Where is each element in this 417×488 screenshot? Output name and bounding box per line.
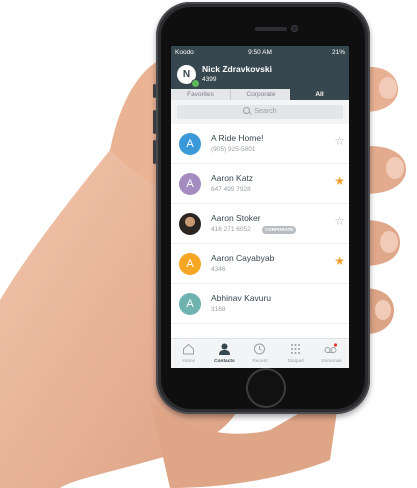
contact-name: Aaron Cayabyab	[211, 253, 275, 263]
tab-voicemail[interactable]: Voicemail	[313, 339, 349, 368]
star-outline-icon[interactable]: ☆	[334, 135, 345, 147]
contact-filter-tabs: Favorites Corporate All	[171, 89, 349, 100]
tab-label: Recent	[252, 359, 268, 364]
list-item[interactable]: A A Ride Home! (905) 925-5801 ☆	[171, 124, 349, 164]
user-name: Nick Zdravkovski	[202, 64, 272, 74]
search-input[interactable]: Search	[177, 105, 343, 119]
clock-icon	[254, 343, 266, 355]
avatar: A	[179, 253, 201, 275]
volume-up-button[interactable]	[153, 110, 156, 134]
star-outline-icon[interactable]: ☆	[334, 215, 345, 227]
list-item[interactable]: A Aaron Katz 647 495 7928 ★	[171, 164, 349, 204]
tab-label: Dialpad	[287, 359, 304, 364]
dialpad-icon	[290, 344, 300, 354]
contact-name: Abhinav Kavuru	[211, 293, 272, 303]
mute-switch[interactable]	[153, 84, 156, 98]
avatar: A	[179, 133, 201, 155]
list-item[interactable]: A Aaron Cayabyab 4346 ★	[171, 244, 349, 284]
bottom-tab-bar: Home Contacts Recent Dialpad Voicemail	[171, 338, 349, 368]
clock: 9:50 AM	[248, 49, 272, 56]
contact-number: 647 495 7928	[211, 186, 251, 193]
star-filled-icon[interactable]: ★	[334, 175, 345, 187]
presence-available-icon	[191, 79, 200, 88]
user-extension: 4399	[202, 76, 217, 83]
status-bar: Koodo 9:50 AM 21%	[171, 46, 349, 59]
tab-label: Home	[182, 359, 196, 364]
star-filled-icon[interactable]: ★	[334, 255, 345, 267]
corporate-badge: CORPORATE	[262, 226, 297, 234]
contact-name: Aaron Stoker	[211, 213, 261, 223]
contact-number: 4346	[211, 266, 226, 273]
volume-down-button[interactable]	[153, 140, 156, 164]
search-placeholder: Search	[254, 108, 277, 115]
tab-label: Contacts	[214, 359, 235, 364]
tab-dialpad[interactable]: Dialpad	[278, 339, 314, 368]
app-screen: Koodo 9:50 AM 21% N Nick Zdravkovski 439…	[171, 46, 349, 368]
tab-contacts[interactable]: Contacts	[207, 339, 243, 368]
avatar-photo	[179, 213, 201, 235]
tab-all[interactable]: All	[290, 89, 349, 100]
avatar: A	[179, 173, 201, 195]
list-item[interactable]: A Abhinav Kavuru 3168	[171, 284, 349, 324]
tab-label: Voicemail	[320, 359, 342, 364]
contact-name: Aaron Katz	[211, 173, 254, 183]
home-icon	[183, 343, 194, 355]
person-icon	[218, 343, 230, 355]
search-bar: Search	[171, 100, 349, 124]
list-item[interactable]: Aaron Stoker 416 271 6052 CORPORATE ☆	[171, 204, 349, 244]
contact-number: 3168	[211, 306, 226, 313]
speaker-grille	[255, 27, 287, 31]
user-header[interactable]: N Nick Zdravkovski 4399	[171, 59, 349, 89]
contact-number: (905) 925-5801	[211, 146, 256, 153]
tab-corporate[interactable]: Corporate	[230, 89, 291, 100]
battery-level: 21%	[331, 49, 345, 56]
contact-number: 416 271 6052	[211, 226, 251, 233]
voicemail-icon	[324, 343, 338, 353]
avatar: A	[179, 293, 201, 315]
contact-name: A Ride Home!	[211, 133, 264, 143]
home-button[interactable]	[246, 368, 286, 408]
search-icon	[243, 107, 251, 114]
front-camera	[291, 25, 298, 32]
tab-home[interactable]: Home	[171, 339, 207, 368]
tab-favorites[interactable]: Favorites	[171, 89, 230, 100]
tab-recent[interactable]: Recent	[242, 339, 278, 368]
